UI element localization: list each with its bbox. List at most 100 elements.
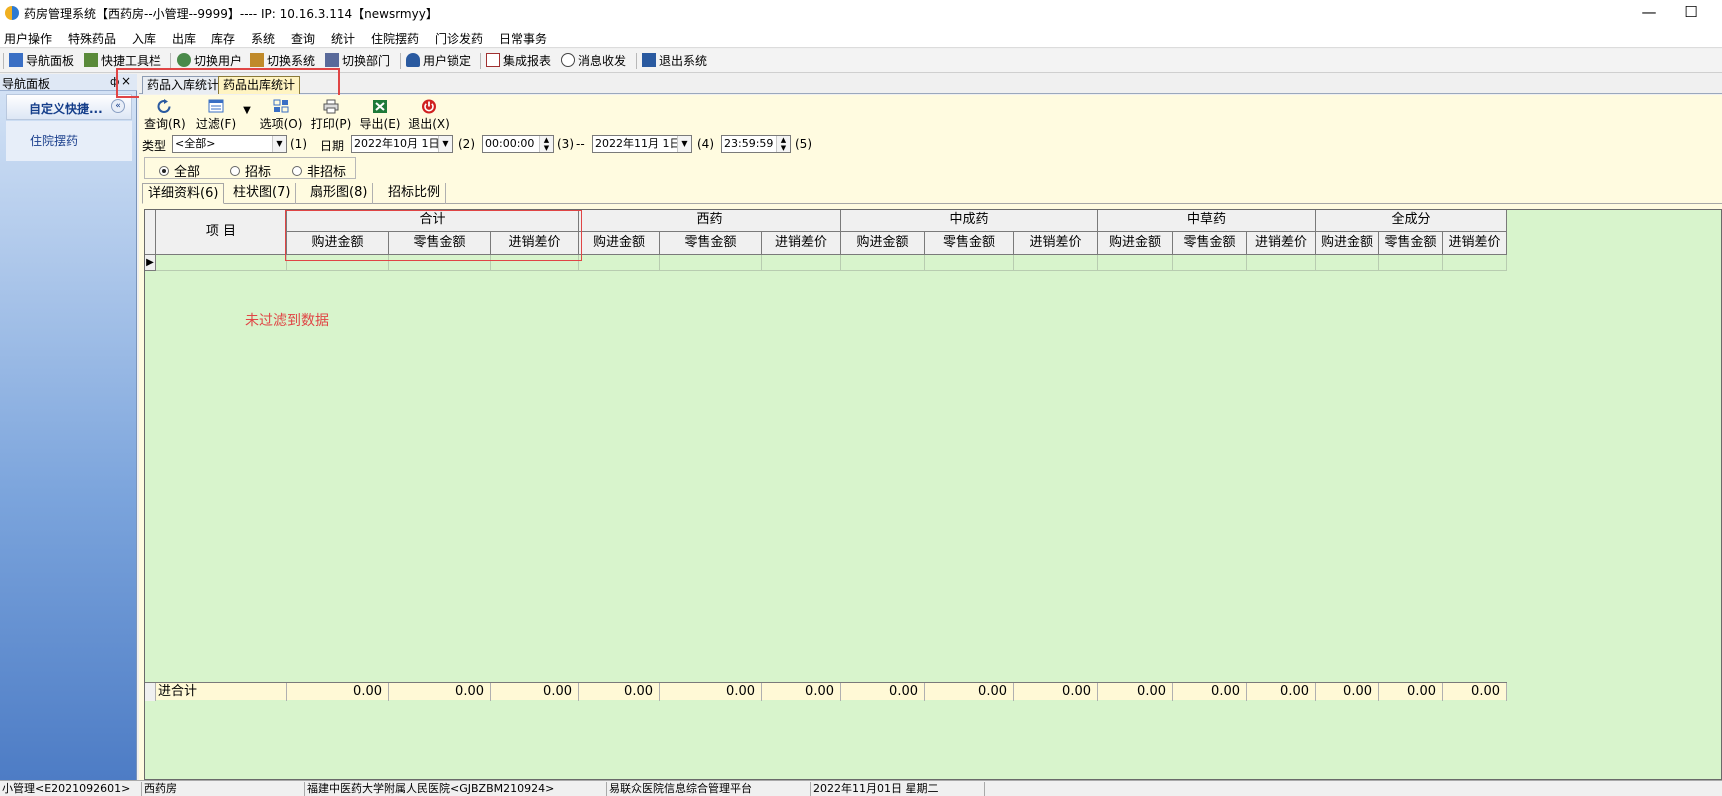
time-to-input[interactable]: 23:59:59 ▲ ▼ (721, 135, 791, 153)
footer-value: 0.00 (1247, 683, 1316, 701)
menu-statistics[interactable]: 统计 (331, 30, 355, 47)
menu-bar: 用户操作 特殊药品 入库 出库 库存 系统 查询 统计 住院摆药 门诊发药 日常… (0, 26, 1722, 48)
menu-stock-out[interactable]: 出库 (172, 30, 196, 47)
footer-value: 0.00 (1173, 683, 1247, 701)
menu-daily-affairs[interactable]: 日常事务 (499, 30, 547, 47)
table-cell[interactable] (762, 255, 841, 271)
quick-nav-panel-button[interactable]: 导航面板 (9, 52, 74, 70)
menu-inpatient-dispense[interactable]: 住院摆药 (371, 30, 419, 47)
column-price-difference[interactable]: 进销差价 (1247, 232, 1316, 255)
table-cell[interactable] (1247, 255, 1316, 271)
column-price-difference[interactable]: 进销差价 (1443, 232, 1507, 255)
menu-inventory[interactable]: 库存 (211, 30, 235, 47)
spinner-icon[interactable]: ▲ ▼ (539, 136, 553, 152)
column-purchase-amount[interactable]: 购进金额 (841, 232, 925, 255)
empty-data-message: 未过滤到数据 (245, 313, 329, 329)
radio-unchecked-icon (230, 166, 240, 176)
exit-button[interactable]: 退出(X) (407, 99, 451, 133)
footer-total-row: 进合计 0.00 0.00 0.00 0.00 0.00 0.00 0.00 0… (145, 682, 1507, 701)
nav-group-custom-shortcuts[interactable]: 自定义快捷... « (6, 94, 132, 120)
filter-button[interactable]: 过滤(F) (194, 99, 238, 133)
footer-value: 0.00 (389, 683, 491, 701)
switch-user-label: 切换用户 (194, 54, 243, 68)
column-purchase-amount[interactable]: 购进金额 (1316, 232, 1379, 255)
data-grid[interactable]: 项 目 合计 购进金额 零售金额 进销差价 西药 购进金额 零售金额 进销差价 … (144, 209, 1722, 780)
current-row-indicator[interactable]: ▶ (145, 255, 156, 271)
radio-non-bidding[interactable]: 非招标 (292, 161, 346, 180)
column-price-difference[interactable]: 进销差价 (762, 232, 841, 255)
column-retail-amount[interactable]: 零售金额 (925, 232, 1014, 255)
table-cell[interactable] (1173, 255, 1247, 271)
radio-bidding[interactable]: 招标 (230, 161, 271, 180)
menu-stock-in[interactable]: 入库 (132, 30, 156, 47)
refresh-icon (157, 99, 171, 113)
report-icon (486, 53, 500, 67)
exit-system-button[interactable]: 退出系统 (642, 52, 707, 70)
footer-value: 0.00 (1098, 683, 1173, 701)
table-cell[interactable] (1098, 255, 1173, 271)
nav-item-inpatient-dispense[interactable]: 住院摆药 (30, 132, 78, 149)
integrated-report-label: 集成报表 (503, 54, 552, 68)
integrated-report-button[interactable]: 集成报表 (486, 52, 551, 70)
user-lock-button[interactable]: 用户锁定 (406, 52, 471, 70)
group-header-full-composition[interactable]: 全成分 (1316, 210, 1507, 232)
maximize-button[interactable]: ☐ (1668, 0, 1714, 26)
user-lock-label: 用户锁定 (423, 54, 472, 68)
menu-query[interactable]: 查询 (291, 30, 315, 47)
menu-special-drugs[interactable]: 特殊药品 (68, 30, 116, 47)
message-button[interactable]: 消息收发 (561, 52, 626, 70)
shortcut-key-5: (5) (795, 137, 812, 151)
table-cell[interactable] (1379, 255, 1443, 271)
type-value: <全部> (175, 137, 216, 150)
table-cell[interactable] (1014, 255, 1098, 271)
table-cell[interactable] (841, 255, 925, 271)
group-header-western-medicine[interactable]: 西药 (579, 210, 841, 232)
tab-details[interactable]: 详细资料(6) (142, 183, 225, 204)
column-item[interactable]: 项 目 (156, 210, 287, 255)
toolbar-separator (170, 53, 171, 69)
column-purchase-amount[interactable]: 购进金额 (1098, 232, 1173, 255)
spinner-icon[interactable]: ▲ ▼ (776, 136, 790, 152)
print-icon (323, 99, 339, 114)
menu-user-ops[interactable]: 用户操作 (4, 30, 52, 47)
table-cell[interactable] (925, 255, 1014, 271)
date-to-picker[interactable]: 2022年11月 1日 ▼ (592, 135, 692, 153)
time-from-input[interactable]: 00:00:00 ▲ ▼ (482, 135, 554, 153)
table-cell[interactable] (1443, 255, 1507, 271)
user-lock-icon (406, 53, 420, 67)
table-cell[interactable] (579, 255, 660, 271)
column-retail-amount[interactable]: 零售金额 (1379, 232, 1443, 255)
app-logo-icon (5, 6, 19, 20)
print-button[interactable]: 打印(P) (309, 99, 353, 133)
chevron-down-icon: ▼ (243, 105, 251, 116)
minimize-button[interactable]: — (1626, 0, 1672, 26)
query-button[interactable]: 查询(R) (144, 99, 186, 133)
toolbar-grip (3, 53, 4, 69)
table-cell[interactable] (660, 255, 762, 271)
column-purchase-amount[interactable]: 购进金额 (579, 232, 660, 255)
report-content: 查询(R) 过滤(F) ▼ 选项(O) 打印(P) 导出(E) 退出(X) 类型… (139, 95, 1722, 780)
column-retail-amount[interactable]: 零售金额 (660, 232, 762, 255)
collapse-icon[interactable]: « (111, 99, 125, 113)
column-retail-amount[interactable]: 零售金额 (1173, 232, 1247, 255)
status-hospital: 福建中医药大学附属人民医院<GJBZBM210924> (305, 782, 607, 796)
export-button[interactable]: 导出(E) (358, 99, 402, 133)
options-button[interactable]: 选项(O) (259, 99, 303, 133)
group-header-chinese-patent-medicine[interactable]: 中成药 (841, 210, 1098, 232)
menu-system[interactable]: 系统 (251, 30, 275, 47)
query-label: 查询(R) (144, 117, 186, 131)
tab-bar-chart[interactable]: 柱状图(7) (228, 183, 297, 204)
type-select[interactable]: <全部> ▼ (172, 135, 287, 153)
menu-outpatient-dispense[interactable]: 门诊发药 (435, 30, 483, 47)
switch-system-label: 切换系统 (267, 54, 316, 68)
toolbar-separator (480, 53, 481, 69)
column-price-difference[interactable]: 进销差价 (1014, 232, 1098, 255)
table-cell[interactable] (1316, 255, 1379, 271)
group-header-chinese-herbal[interactable]: 中草药 (1098, 210, 1316, 232)
tab-pie-chart[interactable]: 扇形图(8) (305, 183, 374, 204)
radio-checked-icon (159, 166, 169, 176)
date-from-picker[interactable]: 2022年10月 1日 ▼ (351, 135, 453, 153)
table-cell[interactable] (156, 255, 287, 271)
radio-all[interactable]: 全部 (159, 161, 200, 180)
tab-bidding-ratio[interactable]: 招标比例 (383, 183, 447, 204)
